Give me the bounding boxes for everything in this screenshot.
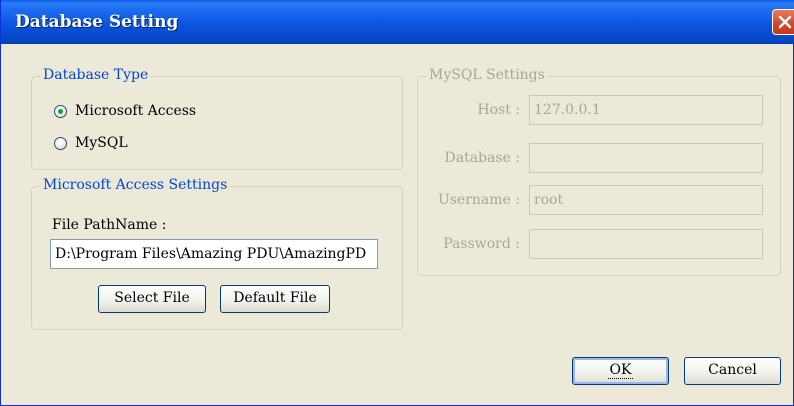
file-path-input[interactable]: D:\Program Files\Amazing PDU\AmazingPD — [50, 239, 378, 269]
close-icon — [778, 15, 792, 29]
window-title: Database Setting — [15, 12, 179, 32]
select-file-label: Select File — [114, 290, 190, 306]
radio-microsoft-access[interactable]: Microsoft Access — [54, 103, 196, 119]
ok-button[interactable]: OK — [572, 357, 669, 385]
radio-selected-icon[interactable] — [54, 104, 67, 118]
radio-label-mysql: MySQL — [75, 135, 128, 151]
radio-mysql[interactable]: MySQL — [54, 135, 128, 151]
host-label: Host : — [477, 102, 520, 118]
file-path-label: File PathName : — [52, 217, 167, 233]
close-button[interactable] — [772, 9, 794, 35]
host-input[interactable]: 127.0.0.1 — [529, 95, 763, 125]
mysql-settings-group: MySQL Settings Host : 127.0.0.1 Database… — [417, 67, 781, 276]
radio-label-microsoft-access: Microsoft Access — [75, 103, 197, 119]
default-file-button[interactable]: Default File — [220, 285, 330, 313]
database-label: Database : — [444, 150, 521, 166]
radio-unselected-icon[interactable] — [54, 136, 67, 150]
title-bar[interactable]: Database Setting — [1, 0, 794, 44]
password-label: Password : — [443, 236, 520, 252]
mysql-settings-legend: MySQL Settings — [426, 67, 548, 83]
default-file-label: Default File — [233, 290, 317, 306]
cancel-button[interactable]: Cancel — [684, 357, 781, 385]
database-type-group: Database Type Microsoft Access MySQL — [31, 67, 403, 170]
database-input[interactable] — [529, 143, 763, 173]
select-file-button[interactable]: Select File — [98, 285, 206, 313]
access-settings-legend: Microsoft Access Settings — [40, 177, 231, 193]
username-label: Username : — [437, 192, 520, 208]
database-type-legend: Database Type — [40, 67, 152, 83]
access-settings-group: Microsoft Access Settings File PathName … — [31, 177, 403, 330]
database-setting-dialog: Database Setting Database Type Microsoft… — [0, 0, 794, 406]
cancel-label: Cancel — [708, 362, 757, 378]
password-input[interactable] — [529, 229, 763, 259]
ok-label: OK — [607, 362, 634, 379]
username-input[interactable]: root — [529, 185, 763, 215]
